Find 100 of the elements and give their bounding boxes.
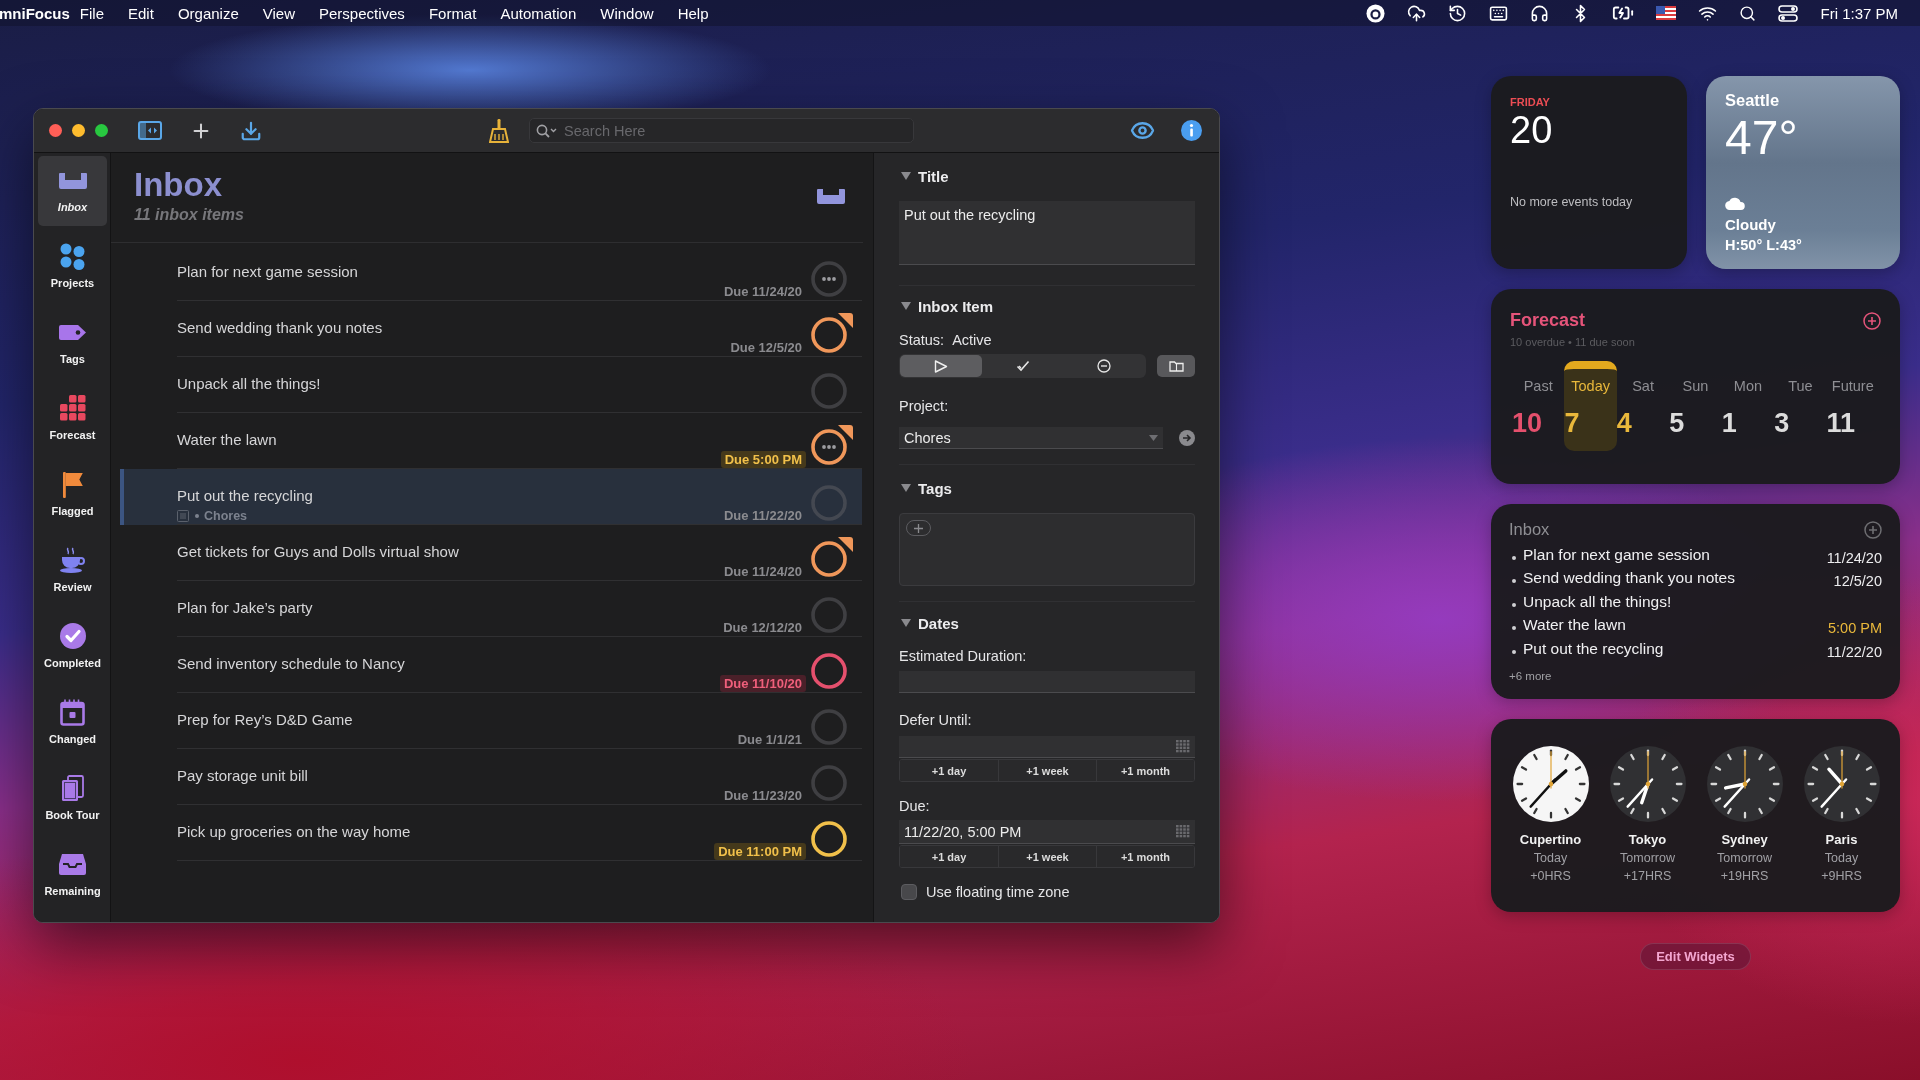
checkbox-label: Use floating time zone [926,884,1070,900]
arrow-circle-icon[interactable] [1179,430,1195,446]
round-logo-icon[interactable] [1366,3,1386,23]
forecast-day[interactable]: Past 10 [1512,360,1565,451]
info-icon[interactable] [1181,120,1202,141]
due-field[interactable]: 11/22/20, 5:00 PM [899,820,1195,844]
menu-item[interactable]: Format [416,4,489,22]
sidebar-item[interactable]: Remaining [38,840,107,910]
status-value: Active [952,332,992,348]
menu-item[interactable]: Organize [165,4,251,22]
task-title: Prep for Rey’s D&D Game [177,711,353,729]
keyboard-icon[interactable] [1489,3,1509,23]
item-due: 5:00 PM [1828,619,1882,638]
day-label: Today [1571,376,1610,395]
search-icon [536,124,558,138]
broom-icon[interactable] [489,118,509,143]
sidebar-item[interactable]: Changed [38,688,107,758]
status-circle[interactable] [811,317,847,353]
sidebar-item[interactable]: Forecast [38,384,107,454]
history-icon[interactable] [1448,3,1468,23]
project-dropdown[interactable]: Chores [899,427,1163,449]
download-icon[interactable] [240,119,262,142]
menu-item[interactable]: Edit [116,4,166,22]
task-title: Send wedding thank you notes [177,319,383,337]
task-row[interactable]: Prep for Rey’s D&D Game Due 1/1/21 [120,693,862,749]
cloud-upload-icon[interactable] [1407,3,1427,23]
task-row[interactable]: Plan for Jake’s party Due 12/12/20 [120,581,862,637]
sidebar-item[interactable]: Tags [38,308,107,378]
disclosure-triangle-icon[interactable] [901,619,911,627]
menu-item[interactable]: Window [588,4,666,22]
tags-field[interactable] [899,513,1195,586]
disclosure-triangle-icon[interactable] [901,172,911,180]
task-row[interactable]: Unpack all the things! [120,357,862,413]
section-heading: Tags [918,479,952,497]
task-row[interactable]: Send inventory schedule to Nancy Due 11/10/20 [120,637,862,693]
close-button[interactable] [49,124,62,137]
search-icon[interactable] [1739,4,1757,22]
task-title: Get tickets for Guys and Dolls virtual show [177,543,459,561]
forecast-day[interactable]: Tue 3 [1774,360,1827,451]
day-count: 11 [1826,408,1856,439]
status-circle[interactable] [811,429,847,465]
status-label: Status: [899,332,945,348]
headphones-icon[interactable] [1530,3,1550,23]
minimize-button[interactable] [72,124,85,137]
forecast-day[interactable]: Sat 4 [1616,360,1670,451]
disclosure-triangle-icon[interactable] [901,302,911,310]
floating-checkbox[interactable] [901,884,917,900]
due-date: Due 5:00 PM [720,451,806,468]
forecast-day[interactable]: Sun 5 [1669,360,1722,451]
due-date: Due 12/5/20 [729,339,803,356]
defer-field[interactable] [899,736,1195,758]
flag-icon[interactable] [1656,6,1677,20]
duration-field[interactable] [899,671,1195,693]
city-name: Cupertino [1519,831,1582,849]
task-title: Unpack all the things! [177,375,321,393]
menu-item[interactable]: Help [665,4,721,22]
edit-widgets-button[interactable]: Edit Widgets [1640,943,1751,970]
control-center-icon[interactable] [1778,4,1799,22]
title-field[interactable]: Put out the recycling [899,201,1195,265]
add-icon[interactable] [1863,311,1881,330]
bullet-icon [1512,602,1516,607]
zoom-button[interactable] [95,124,108,137]
search-field[interactable]: Search Here [529,118,914,143]
forecast-day[interactable]: Mon 1 [1721,360,1775,451]
sidebar-item[interactable]: Flagged [38,460,107,530]
status-circle[interactable] [811,261,847,297]
task-row[interactable]: Put out the recycling Chores Due 11/22/20 [120,469,862,525]
sidebar-item[interactable]: Inbox [38,156,107,226]
day-label: Mon [1733,376,1763,395]
menu-item[interactable]: View [250,4,307,22]
task-row[interactable]: Send wedding thank you notes Due 12/5/20 [120,301,862,357]
forecast-day[interactable]: Future 11 [1826,360,1879,451]
sidebar-item[interactable]: Completed [38,612,107,682]
due-date: Due 11/23/20 [722,787,803,804]
status-circle[interactable] [811,653,847,689]
sidebar-toggle-icon[interactable] [138,121,162,140]
task-row[interactable]: Pick up groceries on the way home Due 11:00 PM [120,805,862,861]
forecast-day[interactable]: Today 7 [1564,360,1617,451]
menu-item[interactable]: Automation [488,4,589,22]
menu-item[interactable]: Perspectives [307,4,417,22]
day-label: Sat [1632,376,1654,395]
day-label: Future [1831,376,1874,395]
status-circle[interactable] [811,821,847,857]
task-row[interactable]: Plan for next game session Due 11/24/20 [120,245,862,301]
sidebar-item[interactable]: Book Tour [38,764,107,834]
status-segment[interactable] [900,355,982,377]
sidebar-item[interactable]: Review [38,536,107,606]
four-dots-icon [60,242,85,270]
sidebar-item[interactable]: Projects [38,232,107,302]
task-row[interactable]: Get tickets for Guys and Dolls virtual show Due 11/24/20 [120,525,862,581]
task-row[interactable]: Pay storage unit bill Due 11/23/20 [120,749,862,805]
task-title: Pay storage unit bill [177,767,308,785]
day-count: 4 [1616,408,1632,439]
status-circle[interactable] [811,541,847,577]
due-shortcut-button[interactable]: +1 month [1096,846,1194,867]
disclosure-triangle-icon[interactable] [901,484,911,492]
defer-shortcut-button[interactable]: +1 month [1096,760,1194,781]
folder-button[interactable] [1157,355,1195,377]
check-icon [1015,360,1030,372]
app-menu[interactable]: mniFocus [0,4,70,22]
